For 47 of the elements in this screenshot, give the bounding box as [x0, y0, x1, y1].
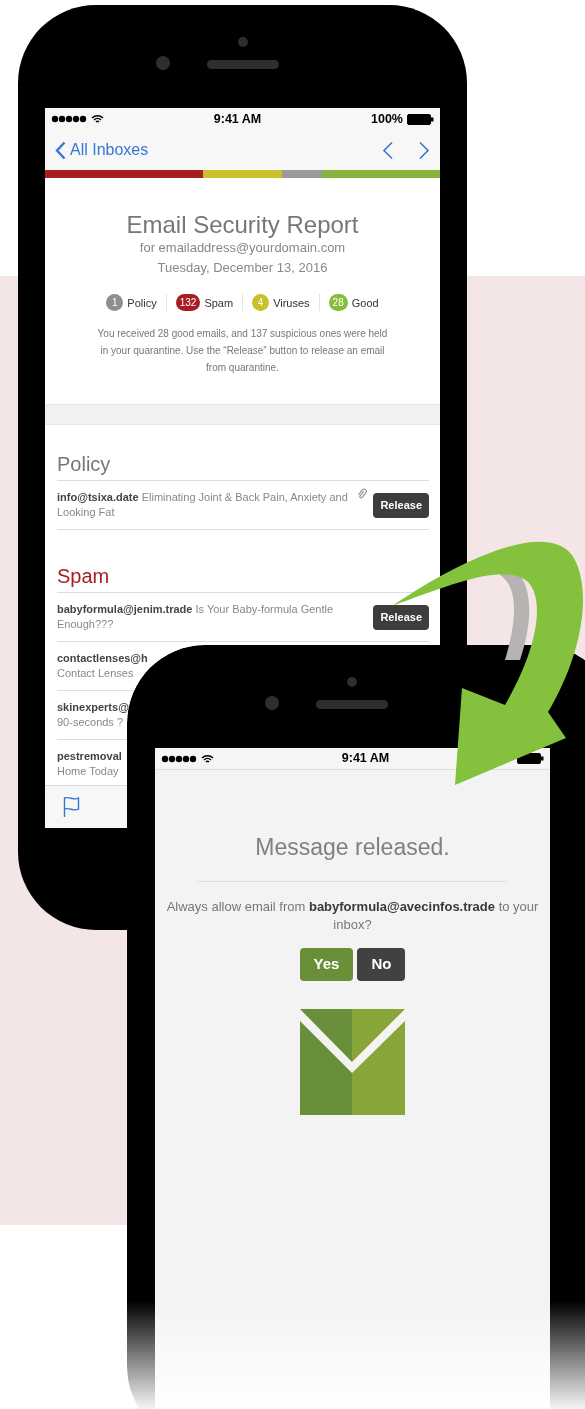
count-label: Good [351, 295, 379, 311]
status-time: 9:41 AM [213, 110, 262, 128]
battery-level: 100% [371, 110, 403, 128]
paperclip-icon [357, 488, 368, 501]
camera [265, 696, 279, 710]
count-label: Policy [127, 295, 157, 311]
sensor [237, 37, 248, 47]
flag-icon[interactable] [63, 796, 80, 818]
sensor [347, 677, 357, 687]
wifi-icon [91, 114, 104, 124]
message-sender: skinexperts@ [57, 700, 129, 716]
dialog-title: Message released. [198, 830, 507, 882]
no-button[interactable]: No [357, 947, 406, 981]
message-subject: Home Today [57, 764, 120, 780]
message-sender: contactlenses@h [57, 651, 148, 667]
message-subject: Contact Lenses [57, 666, 135, 682]
report-date: Tuesday, December 13, 2016 [156, 259, 329, 278]
speaker [316, 700, 388, 709]
previous-chevron-icon[interactable] [382, 140, 394, 160]
camera [155, 56, 170, 70]
status-time: 9:41 AM [341, 750, 390, 768]
yes-button[interactable]: Yes [299, 947, 354, 981]
battery-icon [407, 113, 434, 125]
count-pill: 1 [106, 294, 124, 312]
count-pill: 132 [175, 294, 201, 312]
back-link[interactable]: All Inboxes [55, 138, 149, 162]
release-button[interactable]: Release [373, 493, 429, 518]
signal-icon [161, 754, 197, 763]
signal-icon [51, 115, 87, 123]
report-title: Email Security Report [125, 212, 360, 239]
wifi-icon [201, 753, 214, 764]
envelope-icon [300, 1008, 405, 1115]
count-label: Viruses [273, 295, 310, 311]
count-pill: 28 [328, 294, 348, 312]
section-title: Policy [57, 425, 429, 482]
message-sender: pestremoval [57, 749, 122, 765]
count-pill: 4 [252, 294, 270, 312]
summary-text: You received 28 good emails, and 137 suspicious ones were held in your quarantine. Use the “Release” button to release an email from quarantine. [97, 327, 388, 376]
back-chevron-icon [55, 140, 66, 160]
message-text: info@tsixa.date Eliminating Joint & Back Pain, Anxiety and Looking Fat [57, 490, 349, 521]
message-subject: 90-seconds ? [57, 715, 125, 731]
report-recipient: for emailaddress@yourdomain.com [138, 239, 347, 258]
message-text: babyformula@jenim.trade Is Your Baby-formula Gentle Enough??? [57, 602, 335, 633]
count-label: Spam [204, 295, 234, 311]
release-button[interactable]: Release [373, 605, 429, 630]
next-chevron-icon[interactable] [418, 140, 430, 160]
dialog-prompt: Always allow email from babyformula@avecinfos.trade to your inbox? [165, 897, 540, 934]
